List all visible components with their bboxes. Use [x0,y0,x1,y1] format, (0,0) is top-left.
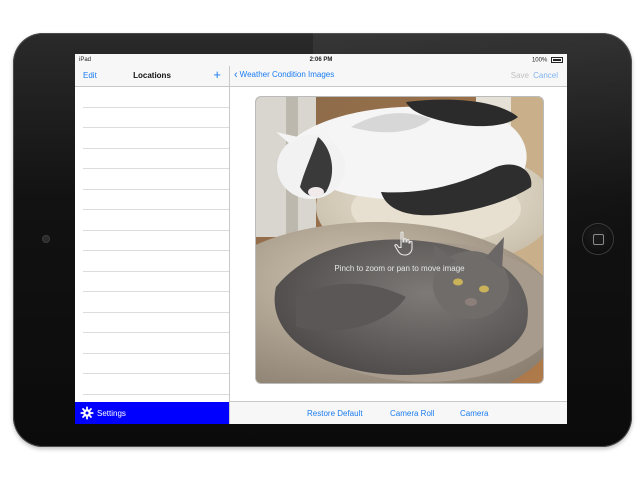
list-item[interactable] [83,251,229,272]
list-item[interactable] [83,374,229,395]
hand-pointer-icon [394,231,413,256]
battery-percent: 100% [531,57,548,64]
list-item[interactable] [83,149,229,169]
home-button[interactable] [583,224,613,254]
editor-nav-bar: ‹ Weather Condition Images Save Cancel [230,66,567,87]
list-item[interactable] [83,333,229,354]
save-button[interactable]: Save [511,71,529,80]
image-hint-text: Pinch to zoom or pan to move image [334,264,465,273]
back-button-label: Weather Condition Images [239,70,335,79]
chevron-left-icon: ‹ [234,69,238,81]
settings-button[interactable]: Settings [75,402,229,424]
list-item[interactable] [83,292,229,313]
battery-icon [551,57,563,63]
restore-default-button[interactable]: Restore Default [307,409,363,418]
battery-indicator: 100% [532,57,563,64]
list-item[interactable] [83,108,229,128]
locations-list [75,87,229,402]
list-item[interactable] [83,354,229,374]
camera-roll-button[interactable]: Camera Roll [390,409,434,418]
image-editor-panel: ‹ Weather Condition Images Save Cancel P… [230,66,567,424]
locations-nav-bar: Edit Locations + [75,66,229,87]
list-item[interactable] [83,210,229,231]
image-source-toolbar: Restore Default Camera Roll Camera [230,401,567,424]
app-screen: iPad 2:06 PM 100% Edit Locations + Setti… [75,54,567,424]
list-item[interactable] [83,190,229,210]
list-item[interactable] [83,169,229,190]
plus-icon[interactable]: + [213,67,221,82]
status-bar: iPad 2:06 PM 100% [75,54,567,66]
list-item[interactable] [83,313,229,333]
settings-label: Settings [97,409,126,418]
camera-button[interactable]: Camera [460,409,488,418]
image-crop-area[interactable]: Pinch to zoom or pan to move image [255,96,544,384]
list-item[interactable] [83,231,229,251]
list-item[interactable] [83,272,229,292]
back-button[interactable]: ‹ Weather Condition Images [234,69,335,81]
locations-title: Locations [133,71,171,80]
locations-panel: Edit Locations + Settings [75,66,230,424]
front-camera [42,235,50,243]
gear-icon [80,406,94,420]
list-item[interactable] [83,87,229,108]
cancel-button[interactable]: Cancel [533,71,558,80]
list-item[interactable] [83,128,229,149]
status-time: 2:06 PM [309,57,333,63]
